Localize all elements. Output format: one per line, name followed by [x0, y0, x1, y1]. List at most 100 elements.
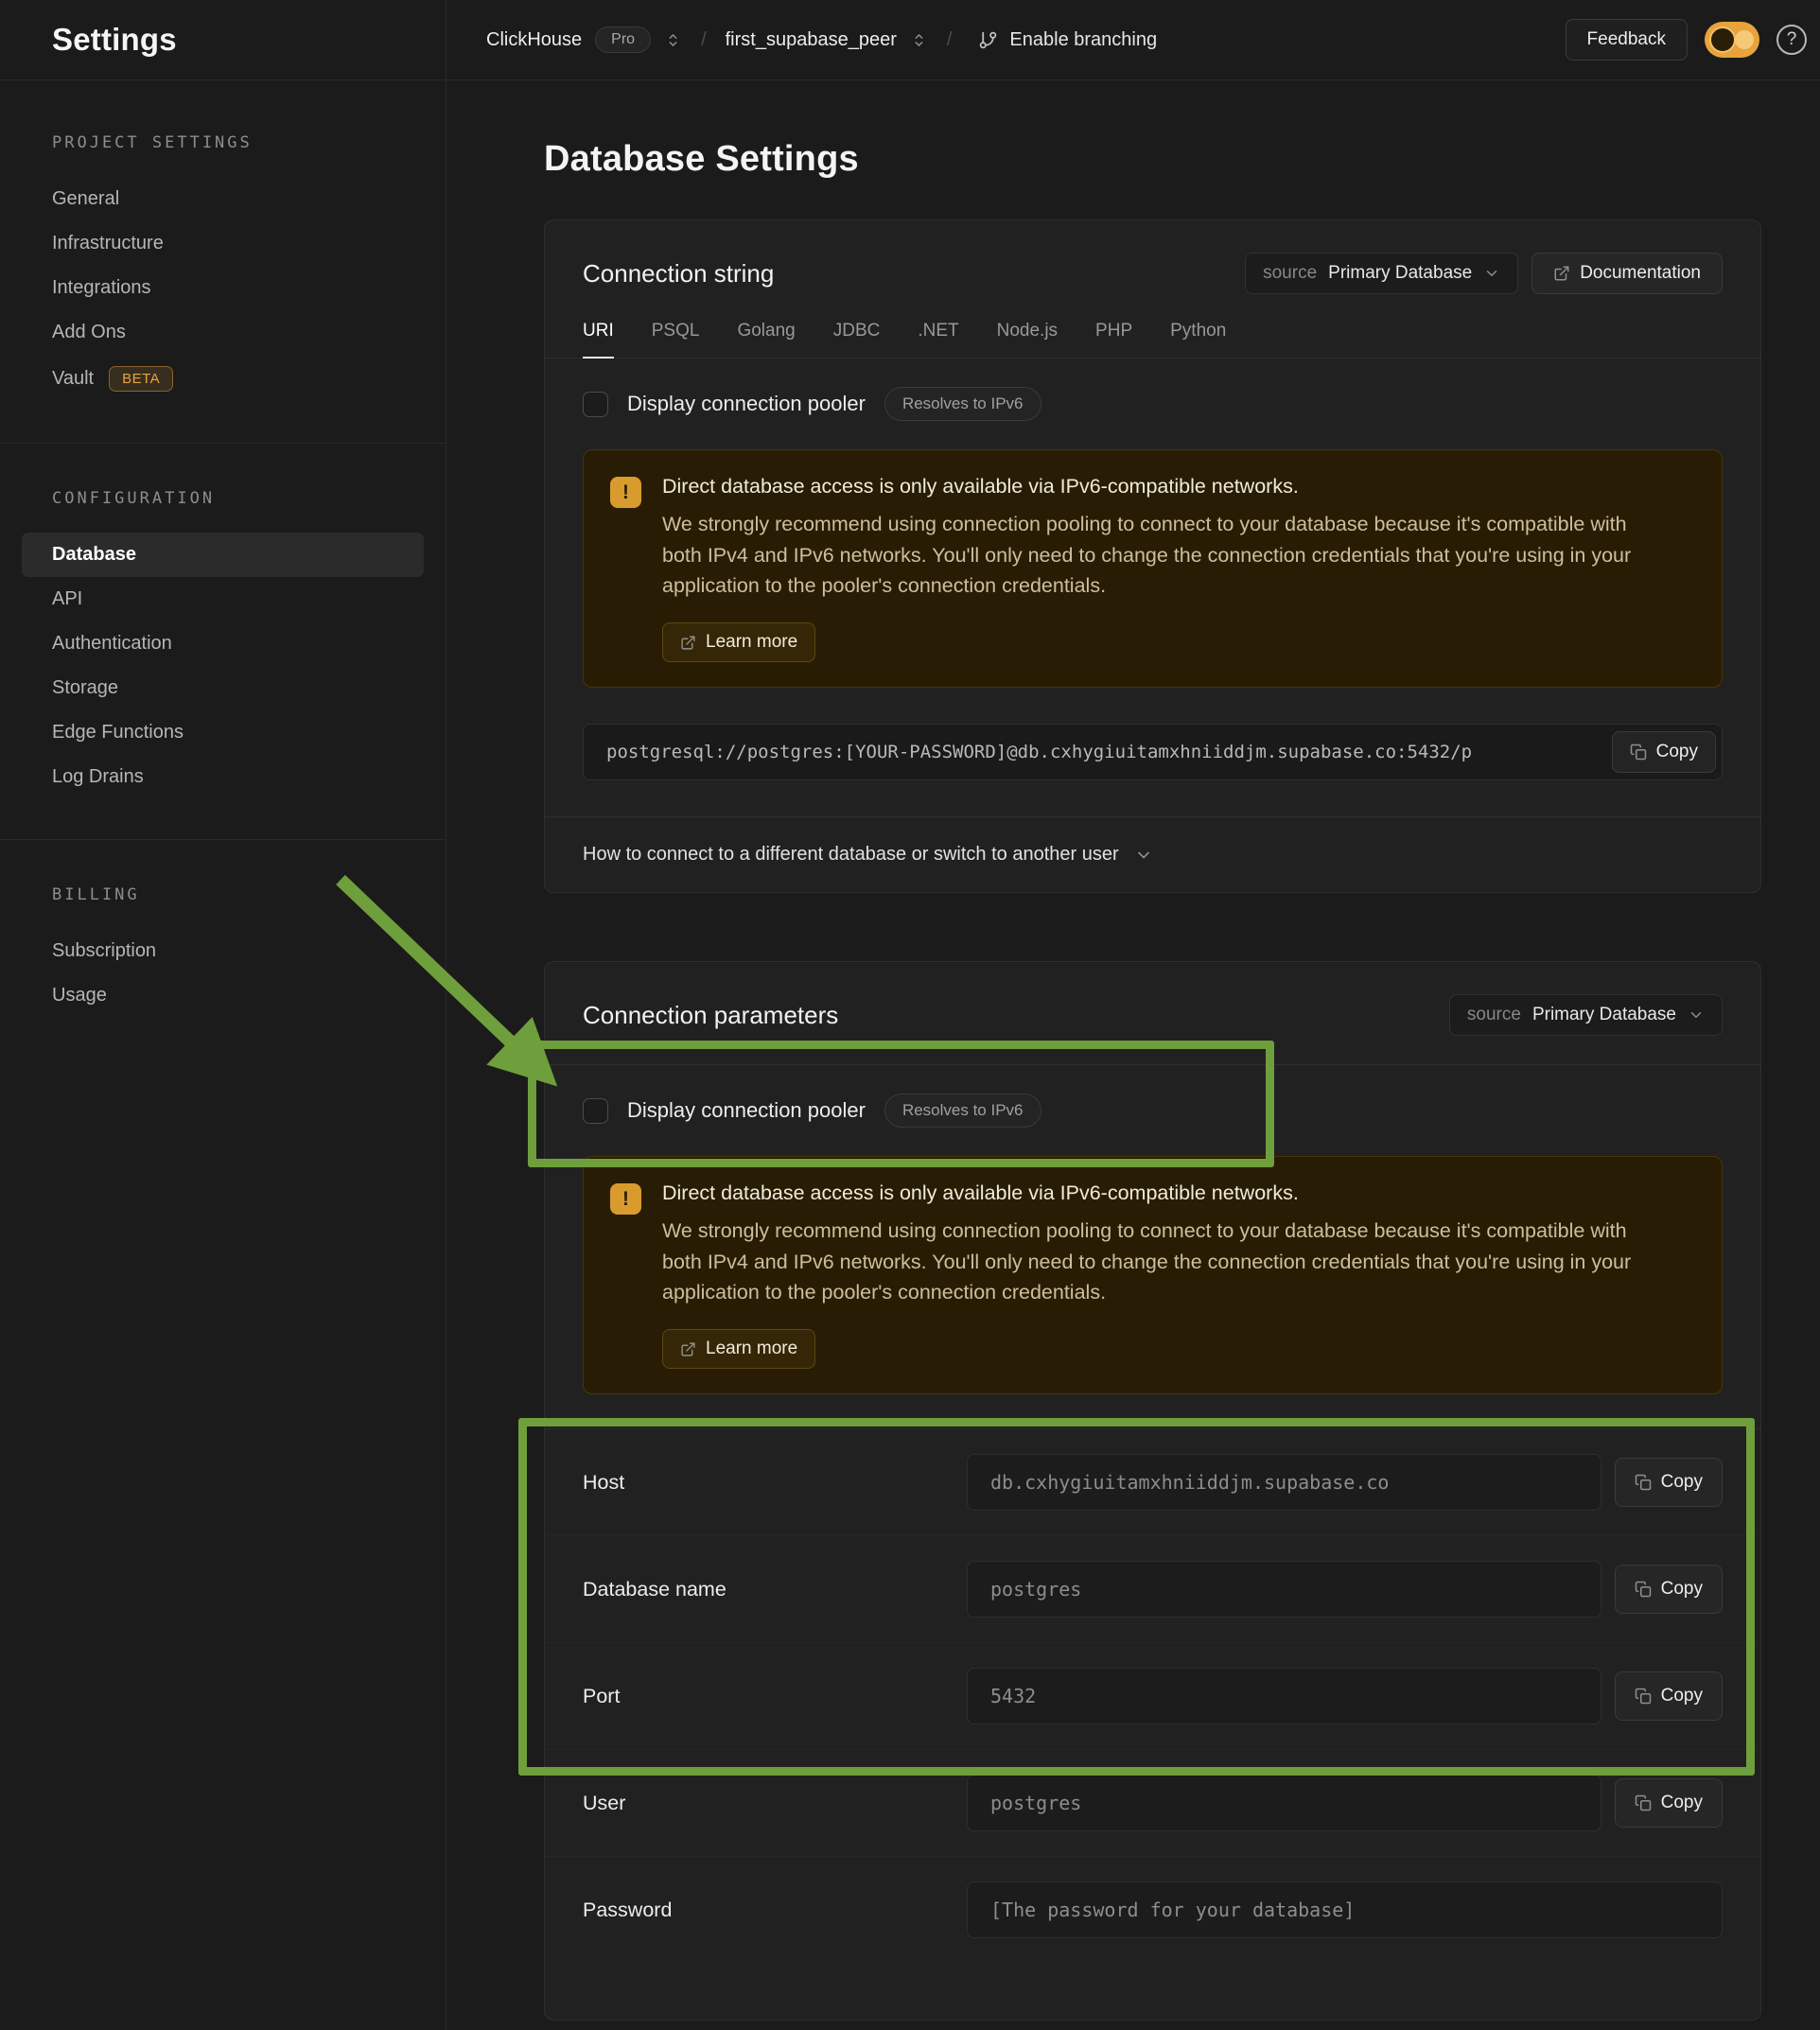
sidebar-item-general[interactable]: General: [0, 177, 446, 221]
external-link-icon: [1553, 265, 1570, 282]
sidebar-item-label: Subscription: [52, 940, 156, 962]
connection-uri-value[interactable]: postgresql://postgres:[YOUR-PASSWORD]@db…: [583, 724, 1723, 780]
avatar-secondary-dot: [1735, 30, 1754, 49]
sidebar-item-subscription[interactable]: Subscription: [0, 929, 446, 973]
feedback-button[interactable]: Feedback: [1566, 19, 1688, 61]
param-label: Port: [583, 1685, 967, 1708]
enable-branching-button[interactable]: Enable branching: [978, 29, 1157, 51]
layout: PROJECT SETTINGS General Infrastructure …: [0, 80, 1820, 2030]
copy-icon: [1635, 1474, 1652, 1491]
display-pooler-checkbox[interactable]: [583, 1098, 608, 1124]
sidebar-item-label: Add Ons: [52, 322, 126, 343]
highlighted-params: Host db.cxhygiuitamxhniiddjm.supabase.co…: [545, 1429, 1760, 1749]
external-link-icon: [680, 1341, 696, 1357]
chevron-down-icon: [1134, 846, 1153, 865]
sidebar-item-storage[interactable]: Storage: [0, 666, 446, 710]
notice-body: We strongly recommend using connection p…: [662, 509, 1641, 602]
sidebar-item-edge-functions[interactable]: Edge Functions: [0, 710, 446, 755]
project-switcher-icon[interactable]: [910, 31, 928, 49]
sidebar-section-billing: BILLING Subscription Usage: [0, 839, 446, 1058]
chevron-down-icon: [1688, 1006, 1705, 1024]
tab-golang[interactable]: Golang: [737, 321, 795, 358]
connection-help-toggle[interactable]: How to connect to a different database o…: [545, 816, 1760, 892]
user-value[interactable]: postgres: [967, 1775, 1601, 1831]
sidebar-item-label: Edge Functions: [52, 722, 184, 744]
sidebar-item-label: Authentication: [52, 633, 172, 655]
help-icon[interactable]: ?: [1776, 25, 1807, 55]
notice-title: Direct database access is only available…: [662, 475, 1641, 499]
sidebar-item-label: Integrations: [52, 277, 151, 299]
param-row-password: Password [The password for your database…: [545, 1856, 1760, 1963]
tab-nodejs[interactable]: Node.js: [997, 321, 1058, 358]
sidebar-item-vault[interactable]: Vault BETA: [0, 355, 446, 403]
topbar: Settings ClickHouse Pro / first_supabase…: [0, 0, 1820, 80]
plan-badge: Pro: [595, 26, 651, 53]
tab-python[interactable]: Python: [1170, 321, 1226, 358]
copy-icon: [1635, 1581, 1652, 1598]
source-select[interactable]: source Primary Database: [1449, 994, 1723, 1036]
learn-more-button[interactable]: Learn more: [662, 1329, 815, 1369]
connection-parameters-card: Connection parameters source Primary Dat…: [544, 961, 1761, 2021]
account-avatar[interactable]: [1705, 22, 1759, 58]
copy-database-name-button[interactable]: Copy: [1615, 1565, 1723, 1614]
sidebar-item-database[interactable]: Database: [22, 533, 424, 577]
tab-php[interactable]: PHP: [1095, 321, 1132, 358]
copy-port-button[interactable]: Copy: [1615, 1671, 1723, 1721]
breadcrumb-project[interactable]: first_supabase_peer: [726, 29, 897, 51]
sidebar-item-label: Vault: [52, 368, 94, 390]
display-pooler-checkbox[interactable]: [583, 392, 608, 417]
host-value[interactable]: db.cxhygiuitamxhniiddjm.supabase.co: [967, 1454, 1601, 1511]
param-value: postgres Copy: [967, 1561, 1723, 1618]
source-select[interactable]: source Primary Database: [1245, 253, 1518, 294]
database-name-value[interactable]: postgres: [967, 1561, 1601, 1618]
tab-dotnet[interactable]: .NET: [918, 321, 958, 358]
section-title: BILLING: [0, 885, 446, 904]
copy-host-button[interactable]: Copy: [1615, 1458, 1723, 1507]
sidebar-item-api[interactable]: API: [0, 577, 446, 621]
sidebar-item-label: Infrastructure: [52, 233, 164, 254]
settings-page: Settings ClickHouse Pro / first_supabase…: [0, 0, 1820, 2030]
sidebar-item-label: Usage: [52, 985, 107, 1006]
connection-parameters-header: Connection parameters source Primary Dat…: [545, 962, 1760, 1065]
password-field[interactable]: [The password for your database]: [967, 1881, 1723, 1938]
breadcrumb-org[interactable]: ClickHouse: [486, 29, 582, 51]
param-row-database-name: Database name postgres Copy: [545, 1535, 1760, 1642]
param-row-user: User postgres Copy: [545, 1749, 1760, 1856]
documentation-label: Documentation: [1580, 263, 1701, 284]
connection-string-header: Connection string source Primary Databas…: [545, 220, 1760, 294]
sidebar-item-add-ons[interactable]: Add Ons: [0, 310, 446, 355]
ipv6-notice: ! Direct database access is only availab…: [583, 449, 1723, 688]
sidebar-item-label: General: [52, 188, 119, 210]
sidebar-item-label: Database: [52, 544, 136, 566]
org-switcher-icon[interactable]: [664, 31, 682, 49]
notice-content: Direct database access is only available…: [662, 475, 1641, 662]
tab-jdbc[interactable]: JDBC: [833, 321, 881, 358]
param-row-host: Host db.cxhygiuitamxhniiddjm.supabase.co…: [545, 1429, 1760, 1535]
connection-uri-row: postgresql://postgres:[YOUR-PASSWORD]@db…: [583, 724, 1723, 780]
page-title: Database Settings: [544, 139, 1761, 180]
sidebar-item-usage[interactable]: Usage: [0, 973, 446, 1018]
tab-psql[interactable]: PSQL: [652, 321, 700, 358]
sidebar-item-log-drains[interactable]: Log Drains: [0, 755, 446, 799]
copy-label: Copy: [1661, 1686, 1703, 1706]
sidebar-item-integrations[interactable]: Integrations: [0, 266, 446, 310]
sidebar-item-infrastructure[interactable]: Infrastructure: [0, 221, 446, 266]
external-link-icon: [680, 635, 696, 651]
beta-badge: BETA: [109, 366, 173, 392]
display-pooler-label: Display connection pooler: [627, 1098, 866, 1123]
copy-user-button[interactable]: Copy: [1615, 1778, 1723, 1828]
header-controls: source Primary Database Documentation: [1245, 253, 1723, 294]
param-label: Host: [583, 1471, 967, 1495]
tab-uri[interactable]: URI: [583, 321, 614, 358]
ipv6-resolve-badge: Resolves to IPv6: [884, 1094, 1041, 1128]
port-value[interactable]: 5432: [967, 1668, 1601, 1724]
source-select-prefix: source: [1263, 263, 1317, 284]
copy-uri-button[interactable]: Copy: [1612, 731, 1716, 773]
source-select-prefix: source: [1467, 1005, 1521, 1025]
copy-label: Copy: [1661, 1472, 1703, 1493]
documentation-button[interactable]: Documentation: [1531, 253, 1723, 294]
learn-more-button[interactable]: Learn more: [662, 622, 815, 662]
sidebar: PROJECT SETTINGS General Infrastructure …: [0, 80, 446, 2030]
sidebar-item-authentication[interactable]: Authentication: [0, 621, 446, 666]
section-title: PROJECT SETTINGS: [0, 133, 446, 152]
